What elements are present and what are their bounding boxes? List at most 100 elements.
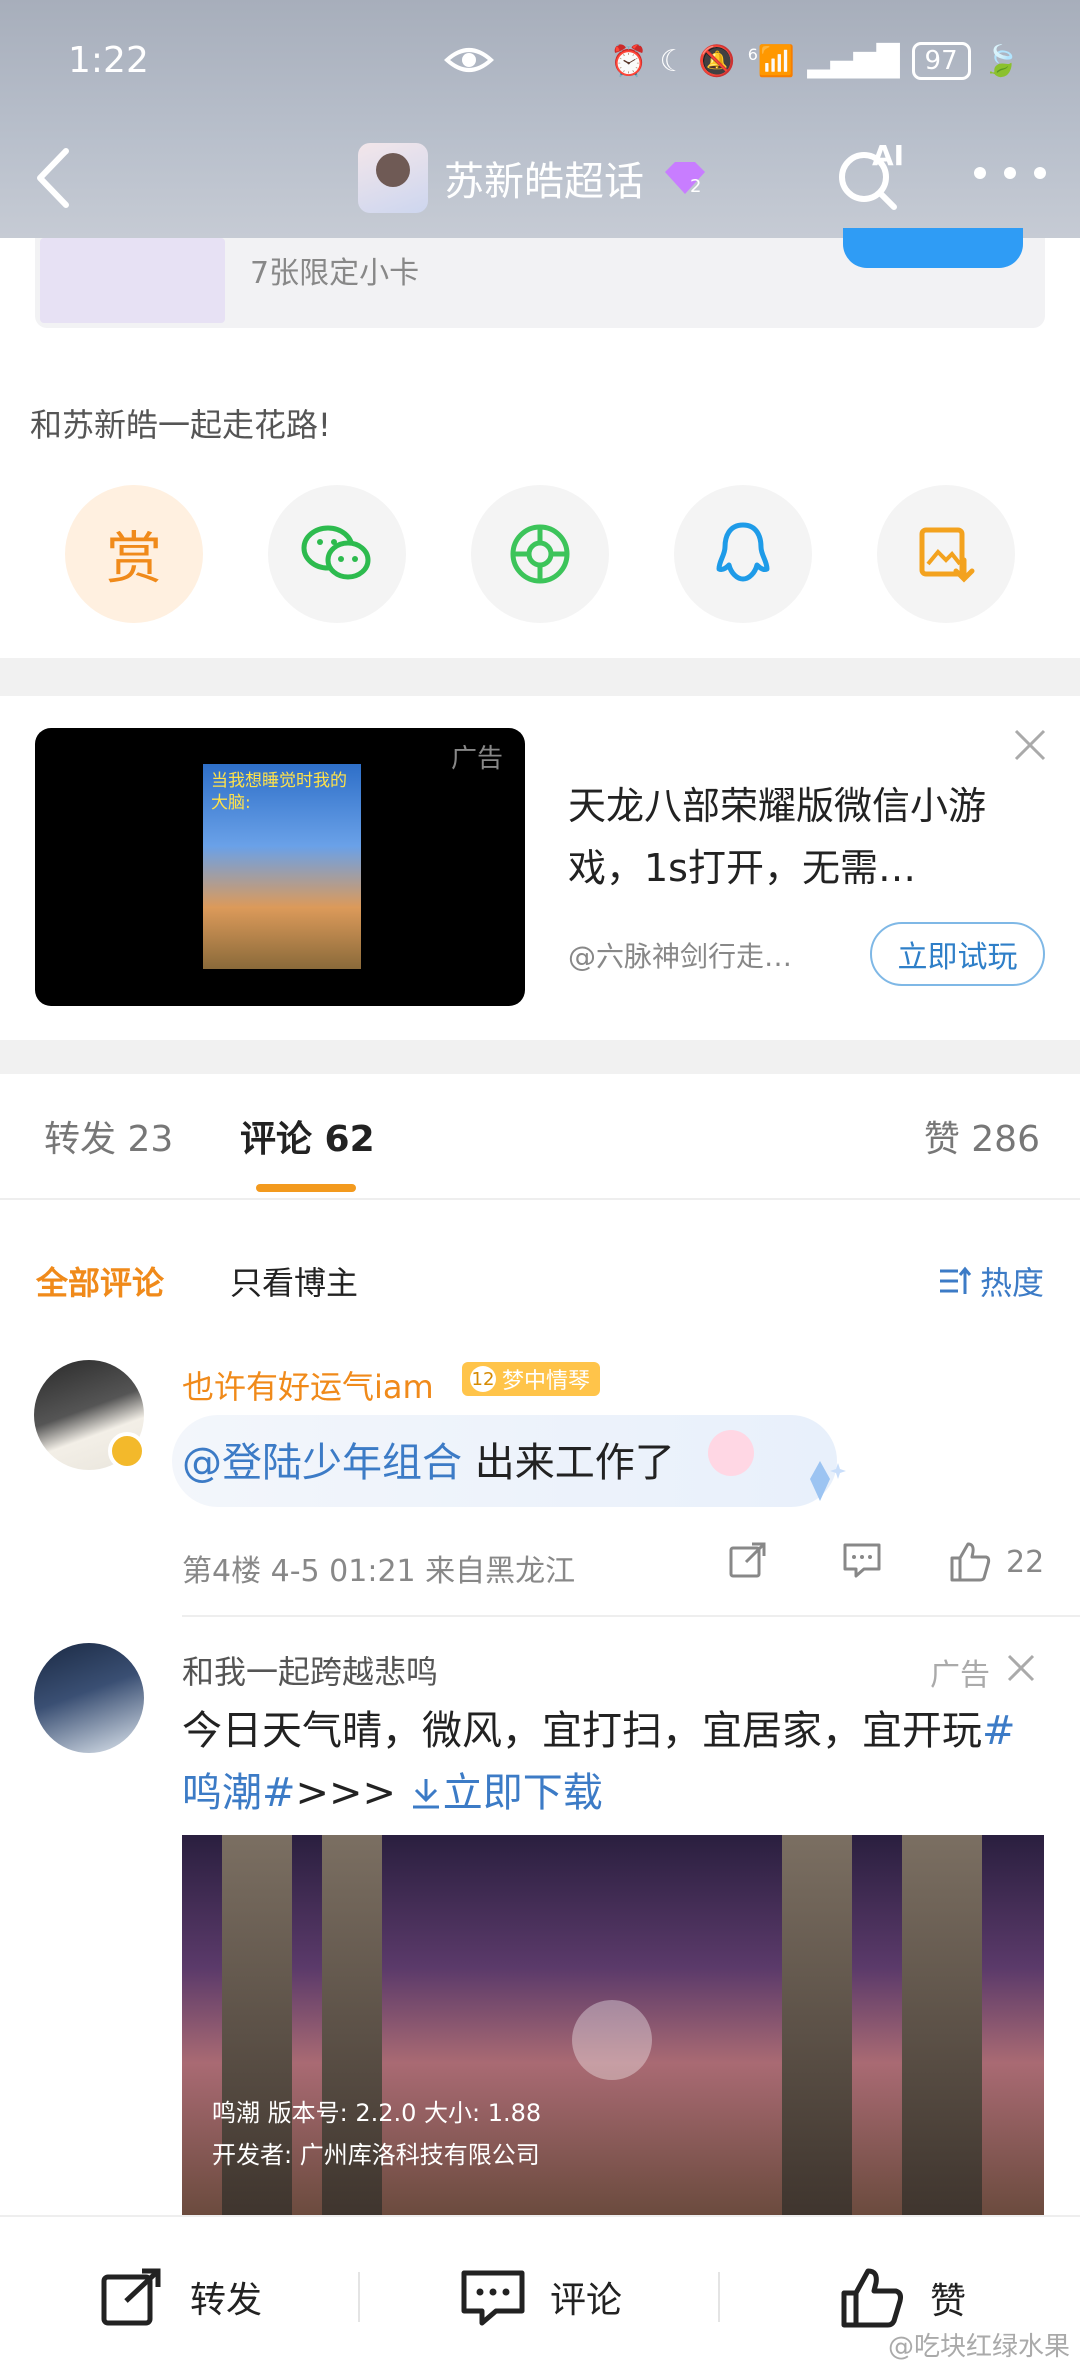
- close-icon[interactable]: [1010, 725, 1050, 765]
- comment-author[interactable]: 和我一起跨越悲鸣: [182, 1647, 438, 1693]
- status-icons: ⏰ ☾ 🔕 6📶 ▂▄▆█ 97 🍃: [610, 42, 1020, 80]
- comment-label: 评论: [550, 2280, 623, 2321]
- reward-button[interactable]: 赏: [65, 485, 203, 623]
- mute-icon: 🔕: [698, 43, 736, 79]
- pillar-decoration: [782, 1835, 852, 2215]
- svg-text:AI: AI: [872, 139, 904, 172]
- comment-icon: [843, 1543, 881, 1578]
- tab-repost[interactable]: 转发 23: [44, 1110, 173, 1162]
- download-icon: [412, 1779, 439, 1809]
- fan-level-number: 12: [470, 1366, 496, 1392]
- fan-level-badge[interactable]: 12 梦中情琴: [462, 1362, 601, 1396]
- more-icon[interactable]: [970, 163, 1050, 183]
- avatar[interactable]: [34, 1643, 144, 1753]
- share-row: 赏: [65, 485, 1015, 625]
- comment-button[interactable]: 评论: [460, 2267, 622, 2327]
- bottom-action-bar: 转发 评论 赞 @吃块红绿水果: [0, 2215, 1080, 2373]
- moments-icon: [510, 524, 570, 584]
- save-image-button[interactable]: [877, 485, 1015, 623]
- close-icon[interactable]: [1005, 1652, 1037, 1684]
- share-slogan: 和苏新皓一起走花路!: [30, 406, 331, 444]
- download-link[interactable]: 立即下载: [409, 1770, 603, 1816]
- moments-share-button[interactable]: [471, 485, 609, 623]
- prize-thumbnail: [40, 238, 225, 323]
- comment-divider: [182, 1615, 1080, 1617]
- qq-icon: [716, 522, 770, 582]
- bar-separator: [718, 2272, 720, 2322]
- detail-tabs: 转发 23 评论 62 赞 286: [0, 1070, 1080, 1200]
- status-time: 1:22: [68, 40, 149, 81]
- sort-button[interactable]: 热度: [938, 1258, 1044, 1304]
- filter-host-only[interactable]: 只看博主: [230, 1258, 358, 1304]
- save-image-icon: [919, 527, 975, 583]
- alarm-icon: ⏰: [610, 43, 648, 79]
- sort-icon: [939, 1266, 972, 1294]
- page-title: 苏新皓超话: [444, 159, 644, 205]
- bar-separator: [358, 2272, 360, 2322]
- moon-icon: ☾: [659, 43, 687, 79]
- pillar-decoration: [902, 1835, 982, 2215]
- ad-comment-body: 今日天气晴，微风，宜打扫，宜居家，宜开玩: [182, 1708, 982, 1754]
- back-icon[interactable]: [28, 143, 78, 213]
- ai-search-icon[interactable]: AI: [832, 135, 912, 215]
- battery-icon: 97: [911, 42, 971, 80]
- status-bar: 1:22 ⏰ ☾ 🔕 6📶 ▂▄▆█ 97 🍃: [0, 40, 1080, 90]
- bunny-emoji-icon: [708, 1430, 754, 1476]
- ad-video-caption: 当我想睡觉时我的大脑:: [211, 771, 347, 813]
- sort-label: 热度: [979, 1264, 1044, 1302]
- thumbs-up-icon: [950, 1542, 991, 1582]
- verified-badge-icon: [108, 1432, 146, 1470]
- signal-icon: ▂▄▆█: [807, 43, 900, 79]
- tab-comment[interactable]: 评论 62: [240, 1110, 375, 1162]
- filter-all-comments[interactable]: 全部评论: [36, 1258, 164, 1304]
- ad-video-frame: 当我想睡觉时我的大脑:: [203, 764, 361, 969]
- comment-share-button[interactable]: [728, 1540, 768, 1580]
- ad-label: 广告: [930, 1658, 990, 1693]
- wifi-icon: 6📶: [747, 43, 796, 79]
- play-icon[interactable]: [572, 2000, 652, 2080]
- arrows-text: >>>: [295, 1770, 397, 1816]
- section-divider: [0, 1040, 1080, 1074]
- active-tab-indicator: [256, 1184, 356, 1192]
- mention-link[interactable]: @登陆少年组合: [182, 1440, 462, 1486]
- svg-text:2: 2: [690, 176, 701, 197]
- comment-like-button[interactable]: 22: [948, 1540, 1044, 1584]
- eye-icon: [444, 48, 494, 72]
- game-info-developer: 开发者: 广州库洛科技有限公司: [212, 2141, 540, 2169]
- prize-banner[interactable]: 7张限定小卡: [35, 228, 1045, 328]
- header-area: 1:22 ⏰ ☾ 🔕 6📶 ▂▄▆█ 97 🍃 苏新皓超话 2 AI: [0, 0, 1080, 245]
- wechat-icon: [301, 525, 371, 580]
- supertopic-avatar: [358, 143, 428, 213]
- like-count: 22: [1006, 1544, 1045, 1580]
- thumbs-up-icon: [841, 2268, 903, 2328]
- comment-meta: 第4楼 4-5 01:21 来自黑龙江: [182, 1554, 576, 1589]
- leaf-icon: 🍃: [982, 43, 1020, 79]
- ad-title[interactable]: 天龙八部荣耀版微信小游戏，1s打开，无需…: [568, 775, 1028, 899]
- share-icon: [101, 2268, 161, 2326]
- share-icon: [729, 1542, 766, 1578]
- wechat-share-button[interactable]: [268, 485, 406, 623]
- comment-author[interactable]: 也许有好运气iam: [182, 1362, 434, 1408]
- comment-filter: 全部评论 只看博主 热度: [0, 1250, 1080, 1310]
- qq-share-button[interactable]: [674, 485, 812, 623]
- comment-text: @登陆少年组合 出来工作了: [182, 1430, 675, 1488]
- repost-button[interactable]: 转发: [100, 2267, 262, 2327]
- like-button[interactable]: 赞: [840, 2267, 966, 2329]
- prize-text: 7张限定小卡: [250, 256, 420, 291]
- supertopic-title[interactable]: 苏新皓超话 2: [358, 143, 710, 213]
- watermark: @吃块红绿水果: [887, 2332, 1070, 2362]
- ad-video[interactable]: 广告 当我想睡觉时我的大脑:: [35, 728, 525, 1006]
- ad-comment-text: 今日天气晴，微风，宜打扫，宜居家，宜开玩#鸣潮#>>> 立即下载: [182, 1700, 1042, 1824]
- try-now-button[interactable]: 立即试玩: [870, 922, 1045, 986]
- ad-source: @六脉神剑行走…: [568, 940, 793, 973]
- ad-label: 广告: [450, 744, 503, 774]
- nav-bar: 苏新皓超话 2 AI: [0, 135, 1080, 225]
- comment-icon: [461, 2270, 525, 2326]
- like-label: 赞: [930, 2281, 967, 2322]
- game-info-version: 鸣潮 版本号: 2.2.0 大小: 1.88: [212, 2099, 542, 2127]
- ad-game-video[interactable]: 鸣潮 版本号: 2.2.0 大小: 1.88 开发者: 广州库洛科技有限公司: [182, 1835, 1044, 2215]
- prize-action-button[interactable]: [843, 228, 1023, 268]
- download-label: 立即下载: [442, 1770, 603, 1816]
- comment-reply-button[interactable]: [842, 1540, 882, 1580]
- tab-like[interactable]: 赞 286: [924, 1110, 1040, 1162]
